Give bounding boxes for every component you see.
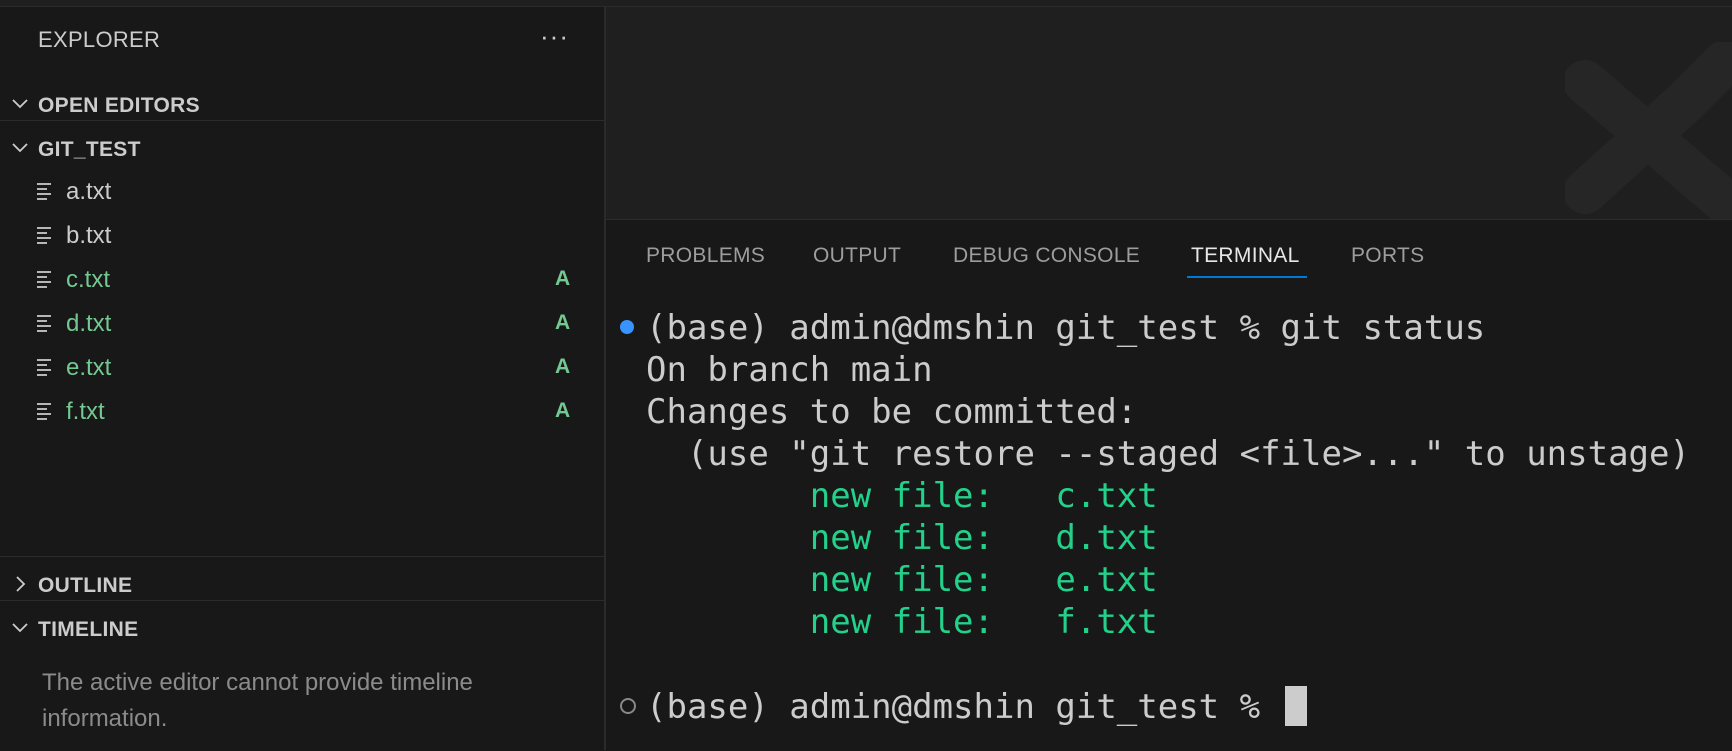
git-added-badge: A: [555, 355, 571, 378]
file-item-c[interactable]: c.txt A: [0, 257, 604, 301]
file-item-b[interactable]: b.txt: [0, 213, 604, 257]
command-pending-icon: [620, 698, 636, 714]
terminal-line: On branch main: [646, 350, 933, 390]
chevron-down-icon: [12, 99, 28, 109]
explorer-sidebar: EXPLORER ··· OPEN EDITORS GIT_TEST a.txt…: [0, 7, 606, 750]
section-git-test[interactable]: GIT_TEST: [0, 127, 604, 171]
file-item-a[interactable]: a.txt: [0, 169, 604, 213]
file-item-e[interactable]: e.txt A: [0, 345, 604, 389]
terminal-output[interactable]: (base) admin@dmshin git_test % git statu…: [606, 220, 1732, 751]
terminal-prompt-line: (base) admin@dmshin git_test %: [646, 686, 1307, 727]
chevron-down-icon: [12, 623, 28, 633]
file-text-icon: [37, 359, 51, 376]
file-name: a.txt: [66, 178, 112, 205]
divider: [0, 556, 604, 557]
terminal-prompt: (base) admin@dmshin git_test %: [646, 687, 1281, 727]
more-actions-icon[interactable]: ···: [540, 21, 569, 52]
section-timeline[interactable]: TIMELINE: [0, 607, 604, 651]
vscode-logo-icon: [1565, 42, 1732, 219]
title-bar-edge: [0, 0, 1732, 7]
file-text-icon: [37, 315, 51, 332]
timeline-message: The active editor cannot provide timelin…: [42, 669, 473, 732]
git-added-badge: A: [555, 267, 571, 290]
terminal-line: (base) admin@dmshin git_test % git statu…: [646, 308, 1486, 348]
section-title: GIT_TEST: [38, 138, 141, 161]
file-name: f.txt: [66, 398, 105, 425]
terminal-cursor[interactable]: [1284, 686, 1307, 726]
command-success-icon: [620, 320, 634, 334]
file-name: d.txt: [66, 310, 112, 337]
bottom-panel: PROBLEMS OUTPUT DEBUG CONSOLE TERMINAL P…: [606, 219, 1732, 751]
git-added-badge: A: [555, 399, 571, 422]
file-name: c.txt: [66, 266, 111, 293]
terminal-line-staged: new file: c.txt: [646, 476, 1158, 516]
section-title: OPEN EDITORS: [38, 94, 200, 117]
file-item-d[interactable]: d.txt A: [0, 301, 604, 345]
file-name: b.txt: [66, 222, 112, 249]
divider: [0, 120, 604, 121]
terminal-line-staged: new file: d.txt: [646, 518, 1158, 558]
terminal-line: (use "git restore --staged <file>..." to…: [646, 434, 1690, 474]
chevron-down-icon: [12, 143, 28, 153]
file-name: e.txt: [66, 354, 112, 381]
terminal-line: Changes to be committed:: [646, 392, 1138, 432]
file-text-icon: [37, 271, 51, 288]
terminal-line-staged: new file: f.txt: [646, 602, 1158, 642]
file-item-f[interactable]: f.txt A: [0, 389, 604, 433]
section-title: OUTLINE: [38, 574, 133, 597]
file-text-icon: [37, 183, 51, 200]
editor-area: [606, 7, 1732, 219]
terminal-line-staged: new file: e.txt: [646, 560, 1158, 600]
divider: [0, 600, 604, 601]
section-title: TIMELINE: [38, 618, 139, 641]
git-added-badge: A: [555, 311, 571, 334]
file-text-icon: [37, 227, 51, 244]
file-text-icon: [37, 403, 51, 420]
explorer-title: EXPLORER: [38, 27, 161, 52]
chevron-right-icon: [16, 576, 26, 592]
